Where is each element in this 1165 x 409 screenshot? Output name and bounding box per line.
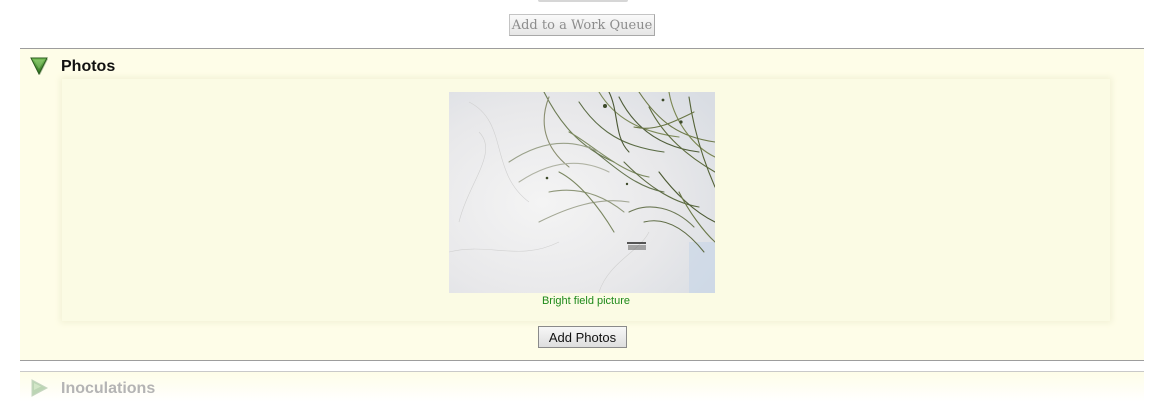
add-to-work-queue-button[interactable]: Add to a Work Queue [509, 14, 655, 36]
previous-section-edge [538, 0, 628, 2]
photos-section-header[interactable]: Photos [20, 49, 1144, 83]
inoculations-section-header[interactable]: Inoculations [20, 372, 1144, 406]
photo-gallery: Bright field picture [62, 79, 1110, 321]
photos-title: Photos [61, 58, 116, 75]
bright-field-micrograph [449, 92, 715, 293]
photo-caption[interactable]: Bright field picture [62, 295, 1110, 307]
photo-thumbnail[interactable] [449, 92, 715, 293]
inoculations-title: Inoculations [61, 380, 156, 397]
inoculations-section: Inoculations [20, 371, 1144, 409]
triangle-down-icon[interactable] [29, 56, 49, 76]
photos-section: Photos Bright field picture Add Photos [20, 48, 1144, 361]
triangle-right-icon[interactable] [29, 378, 49, 398]
add-photos-button[interactable]: Add Photos [538, 326, 627, 348]
